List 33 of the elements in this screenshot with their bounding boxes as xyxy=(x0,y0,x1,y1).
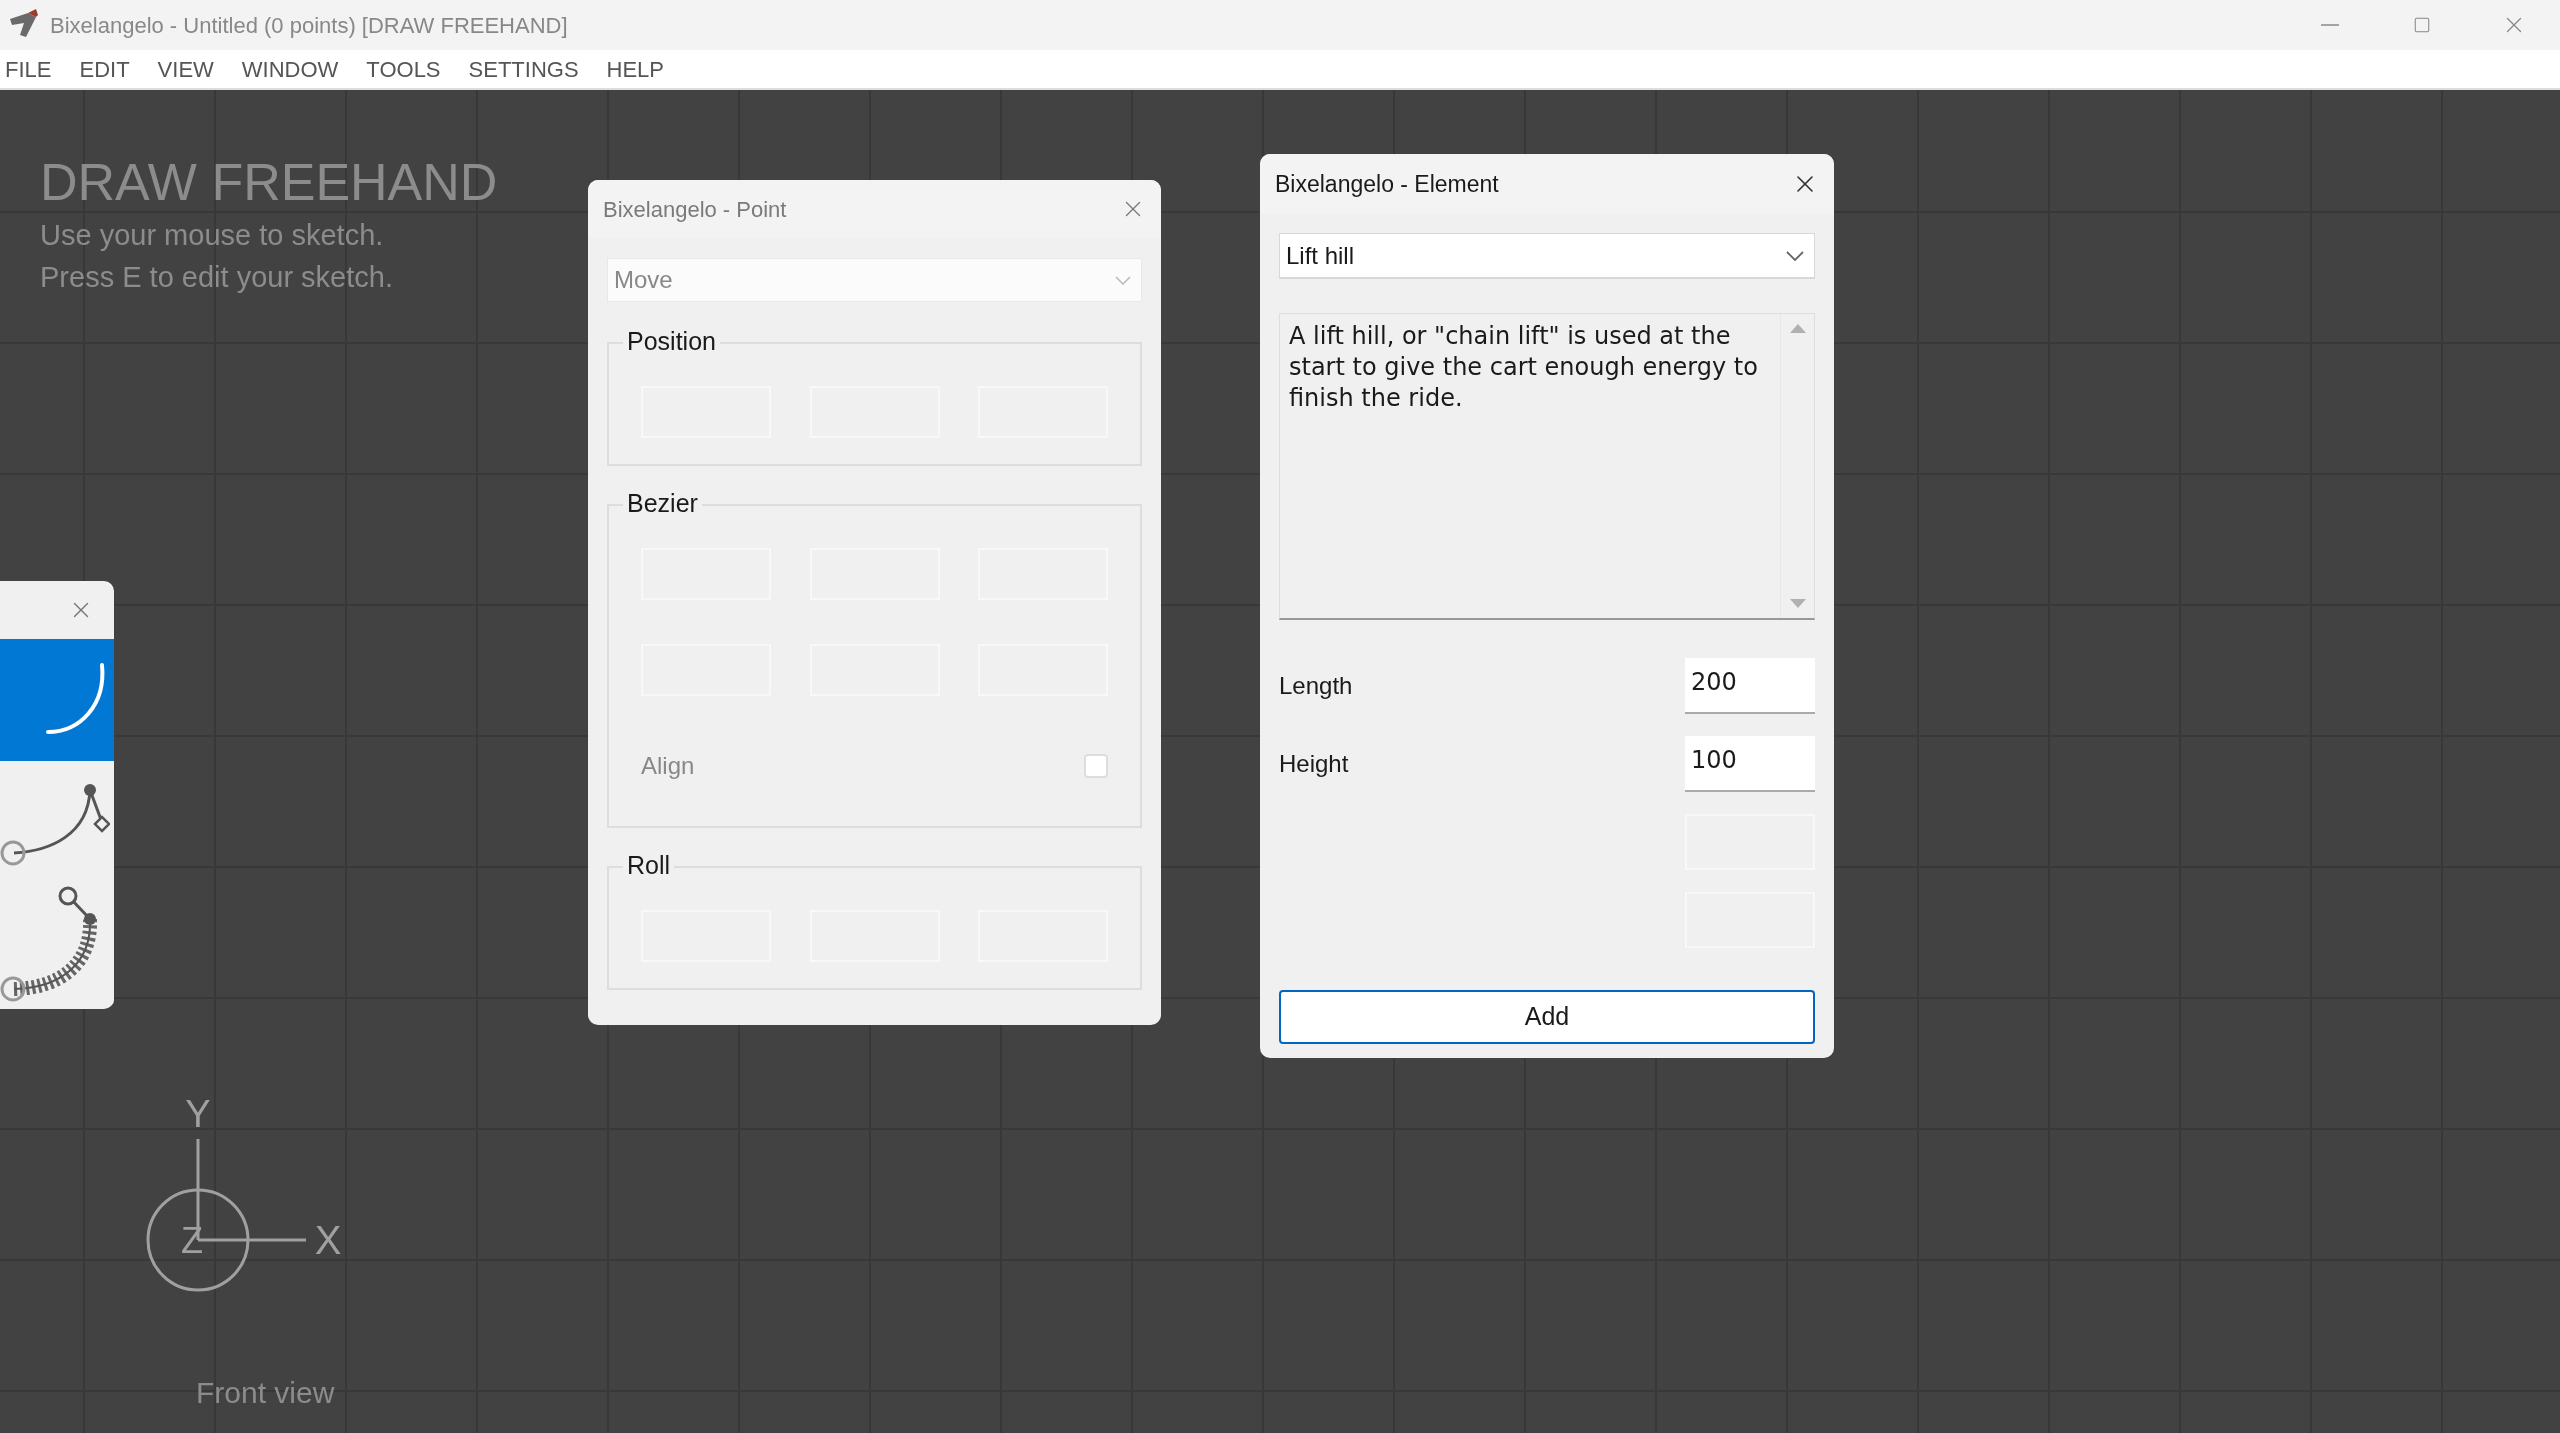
menu-item[interactable]: WINDOW xyxy=(240,52,340,86)
scroll-down-icon xyxy=(1789,599,1806,608)
minimize-icon xyxy=(2321,24,2339,26)
drawing-canvas[interactable] xyxy=(0,90,2560,1433)
dialog-title: Bixelangelo - Element xyxy=(1275,169,1499,199)
window-title: Bixelangelo - Untitled (0 points) [DRAW FREEHAND] xyxy=(50,11,568,40)
param-label: Length xyxy=(1279,671,1353,701)
axis-label: Y xyxy=(185,1097,211,1135)
menu-item[interactable]: SETTINGS xyxy=(467,52,580,86)
chevron-icon xyxy=(1115,275,1131,285)
element-dropdown[interactable]: Lift hill xyxy=(1279,233,1815,279)
number-field[interactable]: 200 xyxy=(1685,658,1815,714)
add-button[interactable]: Add xyxy=(1279,990,1815,1044)
menu-item[interactable]: FILE xyxy=(4,52,53,86)
description-text: A lift hill, or "chain lift" is used at the start to give the cart enough energy to finish the ride. xyxy=(1288,321,1759,414)
mode-heading: DRAW FREEHAND xyxy=(40,152,498,213)
scroll-up-icon xyxy=(1789,324,1806,333)
chevron-icon xyxy=(1786,250,1804,261)
menu-item[interactable]: VIEW xyxy=(156,52,215,86)
menu-item[interactable]: HELP xyxy=(605,52,666,86)
menu-item[interactable]: TOOLS xyxy=(365,52,442,86)
checkbox-label: Align xyxy=(641,751,695,781)
view-label: Front view xyxy=(196,1375,335,1411)
checkbox[interactable] xyxy=(1084,754,1108,778)
axis-label: X xyxy=(314,1218,342,1262)
dialog-title: Bixelangelo - Point xyxy=(603,195,787,224)
param-label: Height xyxy=(1279,749,1349,779)
number-field[interactable]: 100 xyxy=(1685,736,1815,792)
tool-button[interactable] xyxy=(0,639,114,761)
hint-text: Use your mouse to sketch. xyxy=(40,218,385,253)
hint-text: Press E to edit your sketch. xyxy=(40,260,394,295)
menu-item[interactable]: EDIT xyxy=(78,52,131,86)
maximize-icon xyxy=(2413,16,2431,34)
